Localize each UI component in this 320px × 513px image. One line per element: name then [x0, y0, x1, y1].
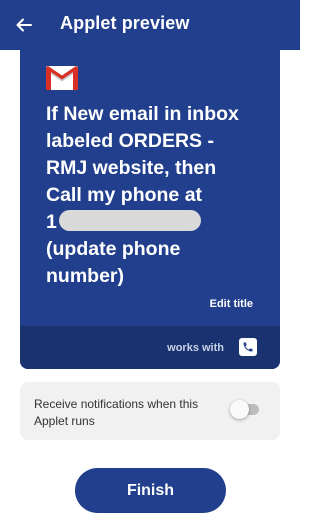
redacted-phone-number	[58, 210, 201, 231]
applet-title-line-phone: 1	[46, 209, 276, 236]
page-title: Applet preview	[60, 13, 190, 33]
top-bar: Applet preview	[0, 0, 300, 50]
phone-number-prefix: 1	[46, 211, 57, 233]
applet-card: If New email in inbox labeled ORDERS - R…	[20, 48, 280, 369]
applet-title-line: RMJ website, then	[46, 157, 217, 179]
works-with-bar: works with	[20, 326, 280, 369]
finish-button[interactable]: Finish	[75, 468, 226, 513]
phone-icon[interactable]	[239, 338, 257, 356]
works-with-label: works with	[167, 342, 224, 354]
applet-title-line: If New email in inbox	[46, 103, 239, 125]
notification-toggle[interactable]	[230, 400, 259, 419]
applet-preview-screen: Applet preview If New email in inbox lab…	[0, 0, 300, 513]
applet-title-line: (update phone	[46, 238, 181, 260]
applet-card-body: If New email in inbox labeled ORDERS - R…	[20, 48, 280, 326]
phone-glyph-icon	[243, 342, 253, 352]
back-button[interactable]	[10, 11, 38, 39]
notification-label: Receive notifications when this Applet r…	[34, 397, 199, 428]
applet-title-line: number)	[46, 265, 124, 287]
applet-title-line: Call my phone at	[46, 184, 203, 206]
gmail-icon	[46, 66, 78, 90]
notification-setting: Receive notifications when this Applet r…	[20, 382, 280, 440]
applet-title-line: labeled ORDERS -	[46, 130, 214, 152]
applet-title: If New email in inbox labeled ORDERS - R…	[46, 101, 276, 290]
arrow-left-icon	[16, 18, 32, 32]
toggle-knob	[230, 400, 249, 419]
edit-title-link[interactable]: Edit title	[210, 298, 253, 310]
